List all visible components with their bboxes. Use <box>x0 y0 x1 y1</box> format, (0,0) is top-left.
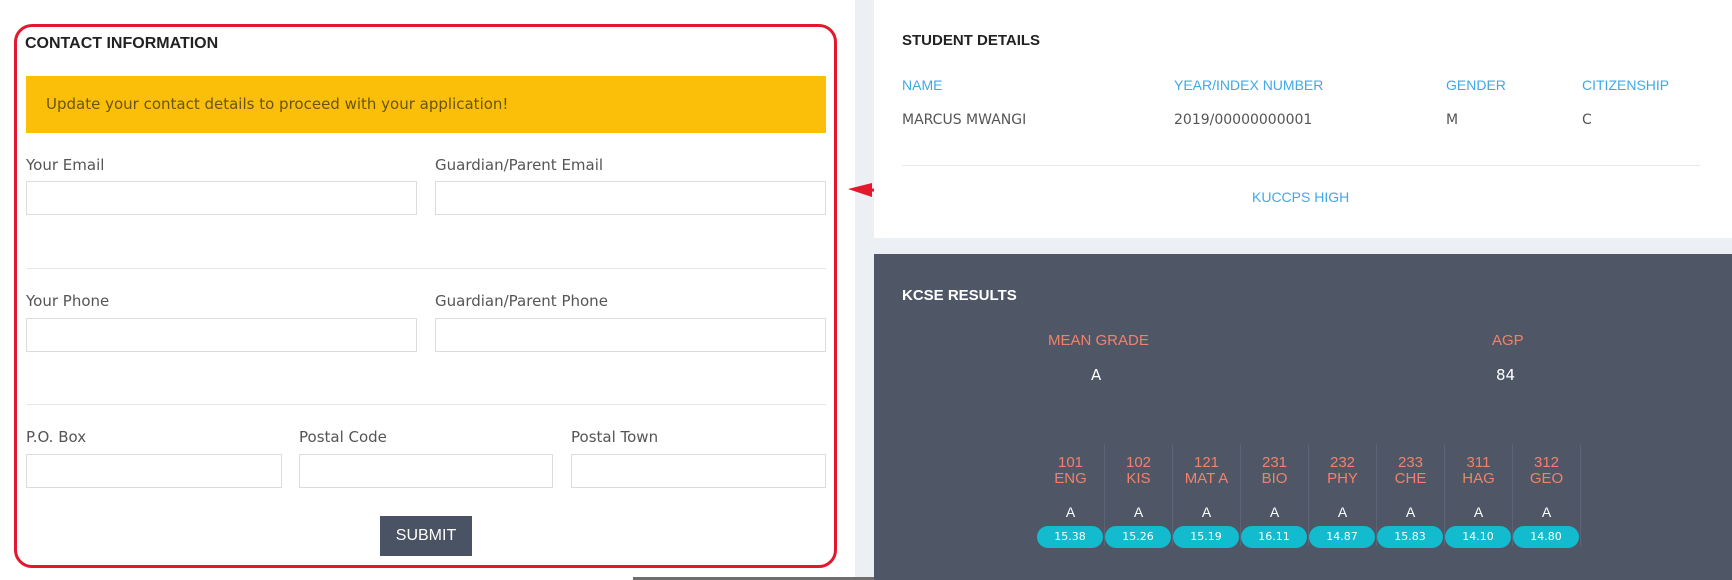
field-divider <box>26 404 826 405</box>
po-box-input[interactable] <box>26 454 282 488</box>
subject-name: HAG <box>1462 470 1495 487</box>
subject-name: KIS <box>1126 470 1151 487</box>
kcse-results-title: KCSE RESULTS <box>902 287 1017 304</box>
contact-panel-title: CONTACT INFORMATION <box>25 35 219 52</box>
subject-score-badge: 14.87 <box>1309 526 1375 548</box>
subject-grade: A <box>1133 504 1144 520</box>
gender-value: M <box>1446 112 1459 128</box>
subject-score-badge: 16.11 <box>1241 526 1307 548</box>
guardian-email-input[interactable] <box>435 181 826 215</box>
your-phone-label: Your Phone <box>26 292 110 310</box>
subject-cell: 232 PHY A 14.87 <box>1309 444 1377 548</box>
your-email-label: Your Email <box>26 156 105 174</box>
mean-grade-value: A <box>1091 366 1102 384</box>
subject-name: CHE <box>1394 470 1427 487</box>
subject-grade: A <box>1065 504 1076 520</box>
index-number: 2019/00000000001 <box>1174 112 1313 128</box>
mean-grade-label: MEAN GRADE <box>1048 332 1149 349</box>
guardian-phone-label: Guardian/Parent Phone <box>435 292 608 310</box>
gender-header: GENDER <box>1446 77 1506 93</box>
subject-code: 231 <box>1261 454 1288 471</box>
postal-town-input[interactable] <box>571 454 826 488</box>
subject-cell: 233 CHE A 15.83 <box>1377 444 1445 548</box>
your-email-input[interactable] <box>26 181 417 215</box>
subject-score-badge: 14.80 <box>1513 526 1579 548</box>
citizenship-value: C <box>1582 112 1592 128</box>
section-gap <box>874 238 1732 254</box>
school-name: KUCCPS HIGH <box>1252 189 1350 205</box>
subject-name: PHY <box>1327 470 1358 487</box>
subject-grade: A <box>1269 504 1280 520</box>
subject-name: BIO <box>1261 470 1288 487</box>
subject-grade: A <box>1405 504 1416 520</box>
student-details-title: STUDENT DETAILS <box>902 32 1041 49</box>
subject-name: GEO <box>1529 470 1564 487</box>
subject-name: ENG <box>1054 470 1087 487</box>
subject-code: 102 <box>1125 454 1152 471</box>
field-divider <box>26 268 826 269</box>
subject-code: 101 <box>1057 454 1084 471</box>
subject-cell: 311 HAG A 14.10 <box>1445 444 1513 548</box>
subject-code: 311 <box>1466 454 1491 471</box>
subject-grade: A <box>1337 504 1348 520</box>
po-box-label: P.O. Box <box>26 428 87 446</box>
subject-code: 312 <box>1533 454 1560 471</box>
submit-button[interactable]: SUBMIT <box>380 516 472 556</box>
subject-results-row: 101 ENG A 15.38 102 KIS A 15.26 121 MAT … <box>1037 444 1581 548</box>
student-name: MARCUS MWANGI <box>902 112 1027 128</box>
guardian-phone-input[interactable] <box>435 318 826 352</box>
subject-grade: A <box>1473 504 1484 520</box>
subject-name: MAT A <box>1184 470 1229 487</box>
subject-score-badge: 15.19 <box>1173 526 1239 548</box>
subject-cell: 312 GEO A 14.80 <box>1513 444 1581 548</box>
subject-grade: A <box>1541 504 1552 520</box>
subject-cell: 101 ENG A 15.38 <box>1037 444 1105 548</box>
subject-grade: A <box>1201 504 1212 520</box>
subject-cell: 121 MAT A A 15.19 <box>1173 444 1241 548</box>
subject-cell: 231 BIO A 16.11 <box>1241 444 1309 548</box>
postal-town-label: Postal Town <box>571 428 659 446</box>
name-header: NAME <box>902 77 943 93</box>
your-phone-input[interactable] <box>26 318 417 352</box>
subject-code: 121 <box>1193 454 1220 471</box>
agp-value: 84 <box>1496 366 1516 384</box>
subject-code: 233 <box>1397 454 1424 471</box>
guardian-email-label: Guardian/Parent Email <box>435 156 604 174</box>
subject-score-badge: 14.10 <box>1445 526 1511 548</box>
postal-code-input[interactable] <box>299 454 553 488</box>
index-number-header: YEAR/INDEX NUMBER <box>1174 77 1324 93</box>
subject-score-badge: 15.83 <box>1377 526 1443 548</box>
subject-score-badge: 15.38 <box>1037 526 1103 548</box>
update-contact-alert: Update your contact details to proceed w… <box>26 76 826 133</box>
student-divider <box>902 165 1700 166</box>
subject-score-badge: 15.26 <box>1105 526 1171 548</box>
postal-code-label: Postal Code <box>299 428 387 446</box>
agp-label: AGP <box>1492 332 1524 349</box>
citizenship-header: CITIZENSHIP <box>1582 77 1670 93</box>
subject-cell: 102 KIS A 15.26 <box>1105 444 1173 548</box>
subject-code: 232 <box>1329 454 1356 471</box>
panel-gutter <box>855 0 874 580</box>
